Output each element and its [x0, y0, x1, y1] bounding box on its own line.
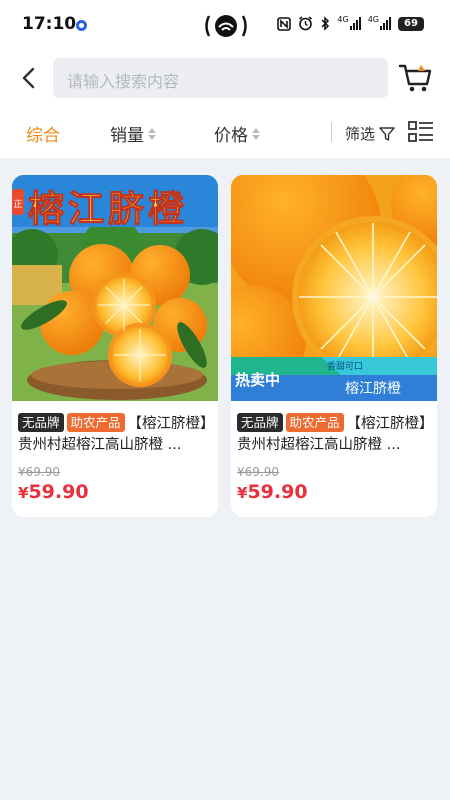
back-button[interactable] [14, 62, 42, 94]
product-card[interactable]: 热卖中 香甜可口 榕江脐橙 无品牌 助农产品 【榕江脐橙】贵州村超榕江高山脐橙 ..… [231, 175, 437, 517]
product-info: 无品牌 助农产品 【榕江脐橙】贵州村超榕江高山脐橙 ... ¥69.90 ¥59.9… [18, 413, 214, 503]
sort-arrows-icon [148, 127, 156, 140]
sort-price-tab[interactable]: 价格 [214, 121, 260, 146]
alarm-icon [299, 16, 313, 31]
signal-2-icon: 4G [367, 15, 391, 30]
original-price: ¥69.90 [237, 465, 279, 479]
product-image: 正 榕江脐橙 [12, 175, 218, 401]
product-image: 热卖中 香甜可口 榕江脐橙 [231, 175, 437, 401]
top-header: 请输入搜索内容 [0, 52, 450, 104]
status-bar: 17:10 4G 4G 69 [0, 0, 450, 52]
battery-icon: 69 [398, 16, 424, 31]
hot-sale-ribbon: 热卖中 [235, 371, 281, 389]
price-value: 59.90 [247, 481, 308, 503]
original-price: ¥69.90 [18, 465, 60, 479]
farm-aid-tag: 助农产品 [66, 413, 125, 432]
farm-aid-tag: 助农产品 [285, 413, 344, 432]
banner-side-text: 正 [13, 200, 23, 210]
sort-arrows-icon [252, 127, 260, 140]
search-input[interactable]: 请输入搜索内容 [53, 58, 388, 98]
product-info: 无品牌 助农产品 【榕江脐橙】贵州村超榕江高山脐橙 ... ¥69.90 ¥59.9… [237, 413, 433, 503]
funnel-icon [379, 126, 395, 141]
bluetooth-icon [321, 16, 330, 31]
status-time: 17:10 [22, 14, 77, 34]
divider [331, 122, 332, 142]
currency-symbol: ¥ [18, 484, 29, 502]
brand-tag: 无品牌 [18, 413, 64, 432]
shopping-cart-icon[interactable] [398, 62, 434, 94]
product-title: 无品牌 助农产品 【榕江脐橙】贵州村超榕江高山脐橙 ... [18, 413, 214, 455]
filter-label: 筛选 [345, 125, 376, 143]
currency-symbol: ¥ [237, 484, 248, 502]
network-type-2: 4G [367, 15, 379, 24]
ribbon-subtitle: 香甜可口 [327, 362, 364, 372]
banner-title: 榕江脐橙 [27, 189, 189, 231]
chevron-left-icon [22, 67, 35, 89]
product-title: 无品牌 助农产品 【榕江脐橙】贵州村超榕江高山脐橙 ... [237, 413, 433, 455]
sort-bar: 综合 销量 价格 筛选 [0, 104, 450, 158]
ribbon-product-name: 榕江脐橙 [345, 381, 401, 397]
signal-1-icon: 4G [337, 15, 361, 30]
filter-button[interactable]: 筛选 [345, 123, 395, 144]
sort-label: 综合 [26, 126, 60, 146]
brand-tag: 无品牌 [237, 413, 283, 432]
status-icons: 4G 4G 69 [277, 15, 424, 31]
sort-comprehensive-tab[interactable]: 综合 [26, 121, 60, 146]
sort-sales-tab[interactable]: 销量 [110, 121, 156, 146]
sale-price: ¥59.90 [18, 481, 214, 503]
price-value: 59.90 [28, 481, 89, 503]
network-type-1: 4G [337, 15, 349, 24]
list-layout-icon[interactable] [408, 120, 434, 144]
product-card[interactable]: 正 榕江脐橙 无品牌 助农产品 【榕江脐橙】贵州村超榕江高山脐橙 ... ¥69.9… [12, 175, 218, 517]
sort-label: 价格 [214, 126, 248, 146]
nfc-icon [277, 16, 292, 31]
sort-label: 销量 [110, 126, 144, 146]
hotspot-pill-icon [205, 15, 247, 37]
location-indicator-icon [76, 20, 87, 31]
sale-price: ¥59.90 [237, 481, 433, 503]
